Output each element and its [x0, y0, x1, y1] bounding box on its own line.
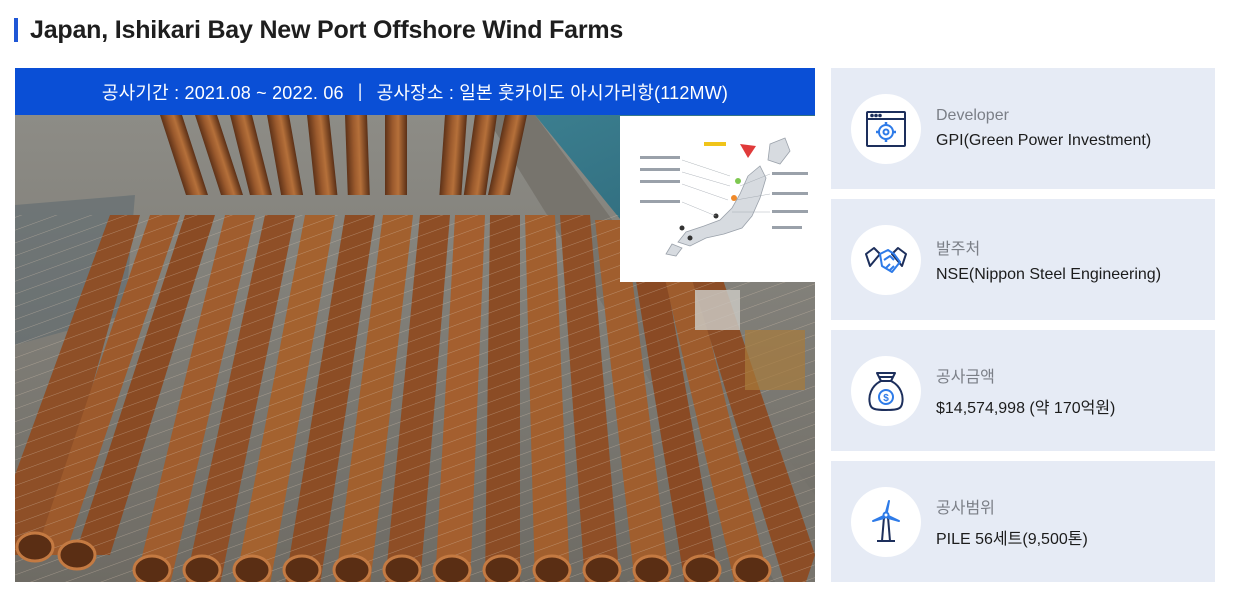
page-title: Japan, Ishikari Bay New Port Offshore Wi…: [30, 15, 624, 44]
banner-separator: |: [357, 81, 363, 101]
scope-value: PILE 56세트(9,500톤): [936, 531, 1088, 548]
developer-value: GPI(Green Power Investment): [936, 132, 1152, 149]
svg-text:$: $: [883, 393, 889, 404]
client-card: 발주처 NSE(Nippon Steel Engineering): [831, 199, 1215, 320]
contract-amount-card: $ 공사금액 $14,574,998 (약 170억원): [831, 330, 1215, 451]
money-bag-icon: $: [851, 355, 921, 426]
project-photo-panel: 공사기간 : 2021.08 ~ 2022. 06 | 공사장소 : 일본 훗카…: [15, 68, 815, 582]
developer-card: Developer GPI(Green Power Investment): [831, 68, 1215, 189]
handshake-icon: [851, 224, 921, 295]
construction-location: 공사장소 : 일본 훗카이도 아시가리항(112MW): [376, 82, 729, 103]
japan-location-map: [620, 116, 815, 282]
title-accent-bar: [14, 18, 18, 42]
contract-amount-value: $14,574,998 (약 170억원): [936, 400, 1116, 417]
page-header: Japan, Ishikari Bay New Port Offshore Wi…: [14, 16, 623, 44]
construction-period: 공사기간 : 2021.08 ~ 2022. 06: [101, 82, 344, 103]
scope-card: 공사범위 PILE 56세트(9,500톤): [831, 461, 1215, 582]
wind-turbine-icon: [851, 486, 921, 557]
project-info-banner: 공사기간 : 2021.08 ~ 2022. 06 | 공사장소 : 일본 훗카…: [15, 68, 815, 115]
client-value: NSE(Nippon Steel Engineering): [936, 266, 1162, 283]
contract-amount-label: 공사금액: [936, 369, 995, 386]
developer-label: Developer: [936, 107, 1009, 124]
scope-label: 공사범위: [936, 500, 995, 517]
client-label: 발주처: [936, 241, 981, 258]
settings-window-icon: [851, 93, 921, 164]
